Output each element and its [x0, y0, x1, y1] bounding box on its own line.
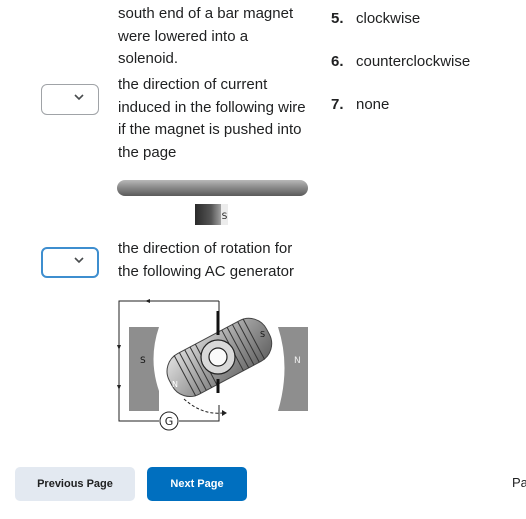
- wire: [117, 180, 308, 196]
- south-pole-magnet: [129, 327, 159, 411]
- answer-select-generator[interactable]: [41, 247, 99, 278]
- question-text-solenoid: south end of a bar magnet were lowered i…: [118, 5, 294, 67]
- south-pole-label: S: [140, 356, 146, 366]
- chevron-down-icon: [74, 94, 84, 101]
- answer-choice-7: 7. none: [331, 96, 390, 113]
- magnet-pole-label: S: [222, 212, 228, 222]
- rotation-arrow: [183, 398, 223, 414]
- wire-magnet-figure: S: [117, 180, 308, 225]
- coil-s-label: S: [260, 330, 265, 339]
- question-text-generator: the direction of rotation for the follow…: [118, 240, 294, 280]
- north-pole-label: N: [294, 356, 301, 366]
- chevron-down-icon: [74, 257, 84, 264]
- north-pole-magnet: [278, 327, 308, 411]
- galvanometer-label: G: [165, 415, 174, 428]
- page-indicator: Pa: [512, 475, 526, 490]
- answer-choice-6: 6. counterclockwise: [331, 53, 471, 70]
- next-page-button[interactable]: Next Page: [147, 467, 247, 501]
- ac-generator-figure: G S N N S: [117, 299, 308, 431]
- coil-n-label: N: [172, 380, 178, 389]
- answer-choice-5: 5. clockwise: [331, 10, 421, 27]
- question-text-wire: the direction of current induced in the …: [118, 76, 306, 161]
- previous-page-button[interactable]: Previous Page: [15, 467, 135, 501]
- answer-select-wire[interactable]: [41, 84, 99, 115]
